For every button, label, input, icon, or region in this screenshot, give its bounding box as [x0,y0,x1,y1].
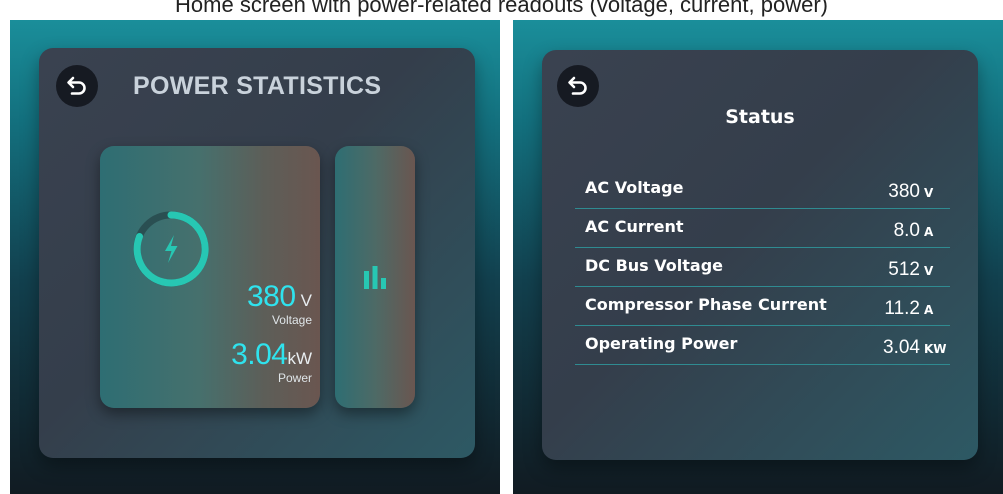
statistics-card[interactable] [335,146,415,408]
status-value: 3.04 [883,337,920,358]
status-value: 8.0 [893,220,920,241]
status-label: AC Voltage [585,178,684,197]
caption: Home screen with power-related readouts … [0,0,1003,20]
power-statistics-screen: POWER STATISTICS 380 V Voltage 3.04kW Po… [10,20,500,494]
power-label: Power [277,371,312,385]
power-value: 3.04 [231,338,288,371]
bar-chart-icon [364,266,386,289]
status-unit: A [924,303,934,317]
power-unit: kW [287,349,312,368]
status-unit: KW [924,342,947,356]
status-label: Operating Power [585,334,738,353]
caption-text: Home screen with power-related readouts … [175,0,828,17]
back-button[interactable] [557,65,599,107]
back-arrow-icon [568,76,587,95]
status-unit: V [924,264,934,278]
status-row-ac-current: AC Current 8.0 A [575,209,950,248]
page-title: POWER STATISTICS [133,72,382,100]
status-row-dc-bus-voltage: DC Bus Voltage 512 V [575,248,950,287]
status-label: AC Current [585,217,684,236]
power-statistics-panel: POWER STATISTICS 380 V Voltage 3.04kW Po… [39,48,475,458]
status-title: Status [725,106,795,128]
status-value: 11.2 [884,298,920,319]
status-row-operating-power: Operating Power 3.04 KW [575,326,950,365]
status-value: 512 [888,259,920,280]
voltage-unit: V [300,291,312,310]
status-label: Compressor Phase Current [585,295,827,314]
power-card: 380 V Voltage 3.04kW Power [100,146,320,408]
status-unit: V [924,186,934,200]
status-unit: A [924,225,934,239]
voltage-label: Voltage [271,313,312,327]
power-readout: 3.04kW Power [231,338,312,384]
status-list: AC Voltage 380 V AC Current 8.0 A DC Bus… [575,170,950,365]
status-panel: Status AC Voltage 380 V AC Current 8.0 A… [542,50,978,460]
voltage-readout: 380 V Voltage [247,280,312,326]
status-label: DC Bus Voltage [585,256,724,275]
back-button[interactable] [56,65,98,107]
back-arrow-icon [67,76,86,95]
status-screen: Status AC Voltage 380 V AC Current 8.0 A… [513,20,1003,494]
status-row-ac-voltage: AC Voltage 380 V [575,170,950,209]
status-row-compressor-phase-current: Compressor Phase Current 11.2 A [575,287,950,326]
lightning-bolt-icon [133,211,209,287]
status-value: 380 [888,181,920,202]
voltage-value: 380 [247,280,296,313]
